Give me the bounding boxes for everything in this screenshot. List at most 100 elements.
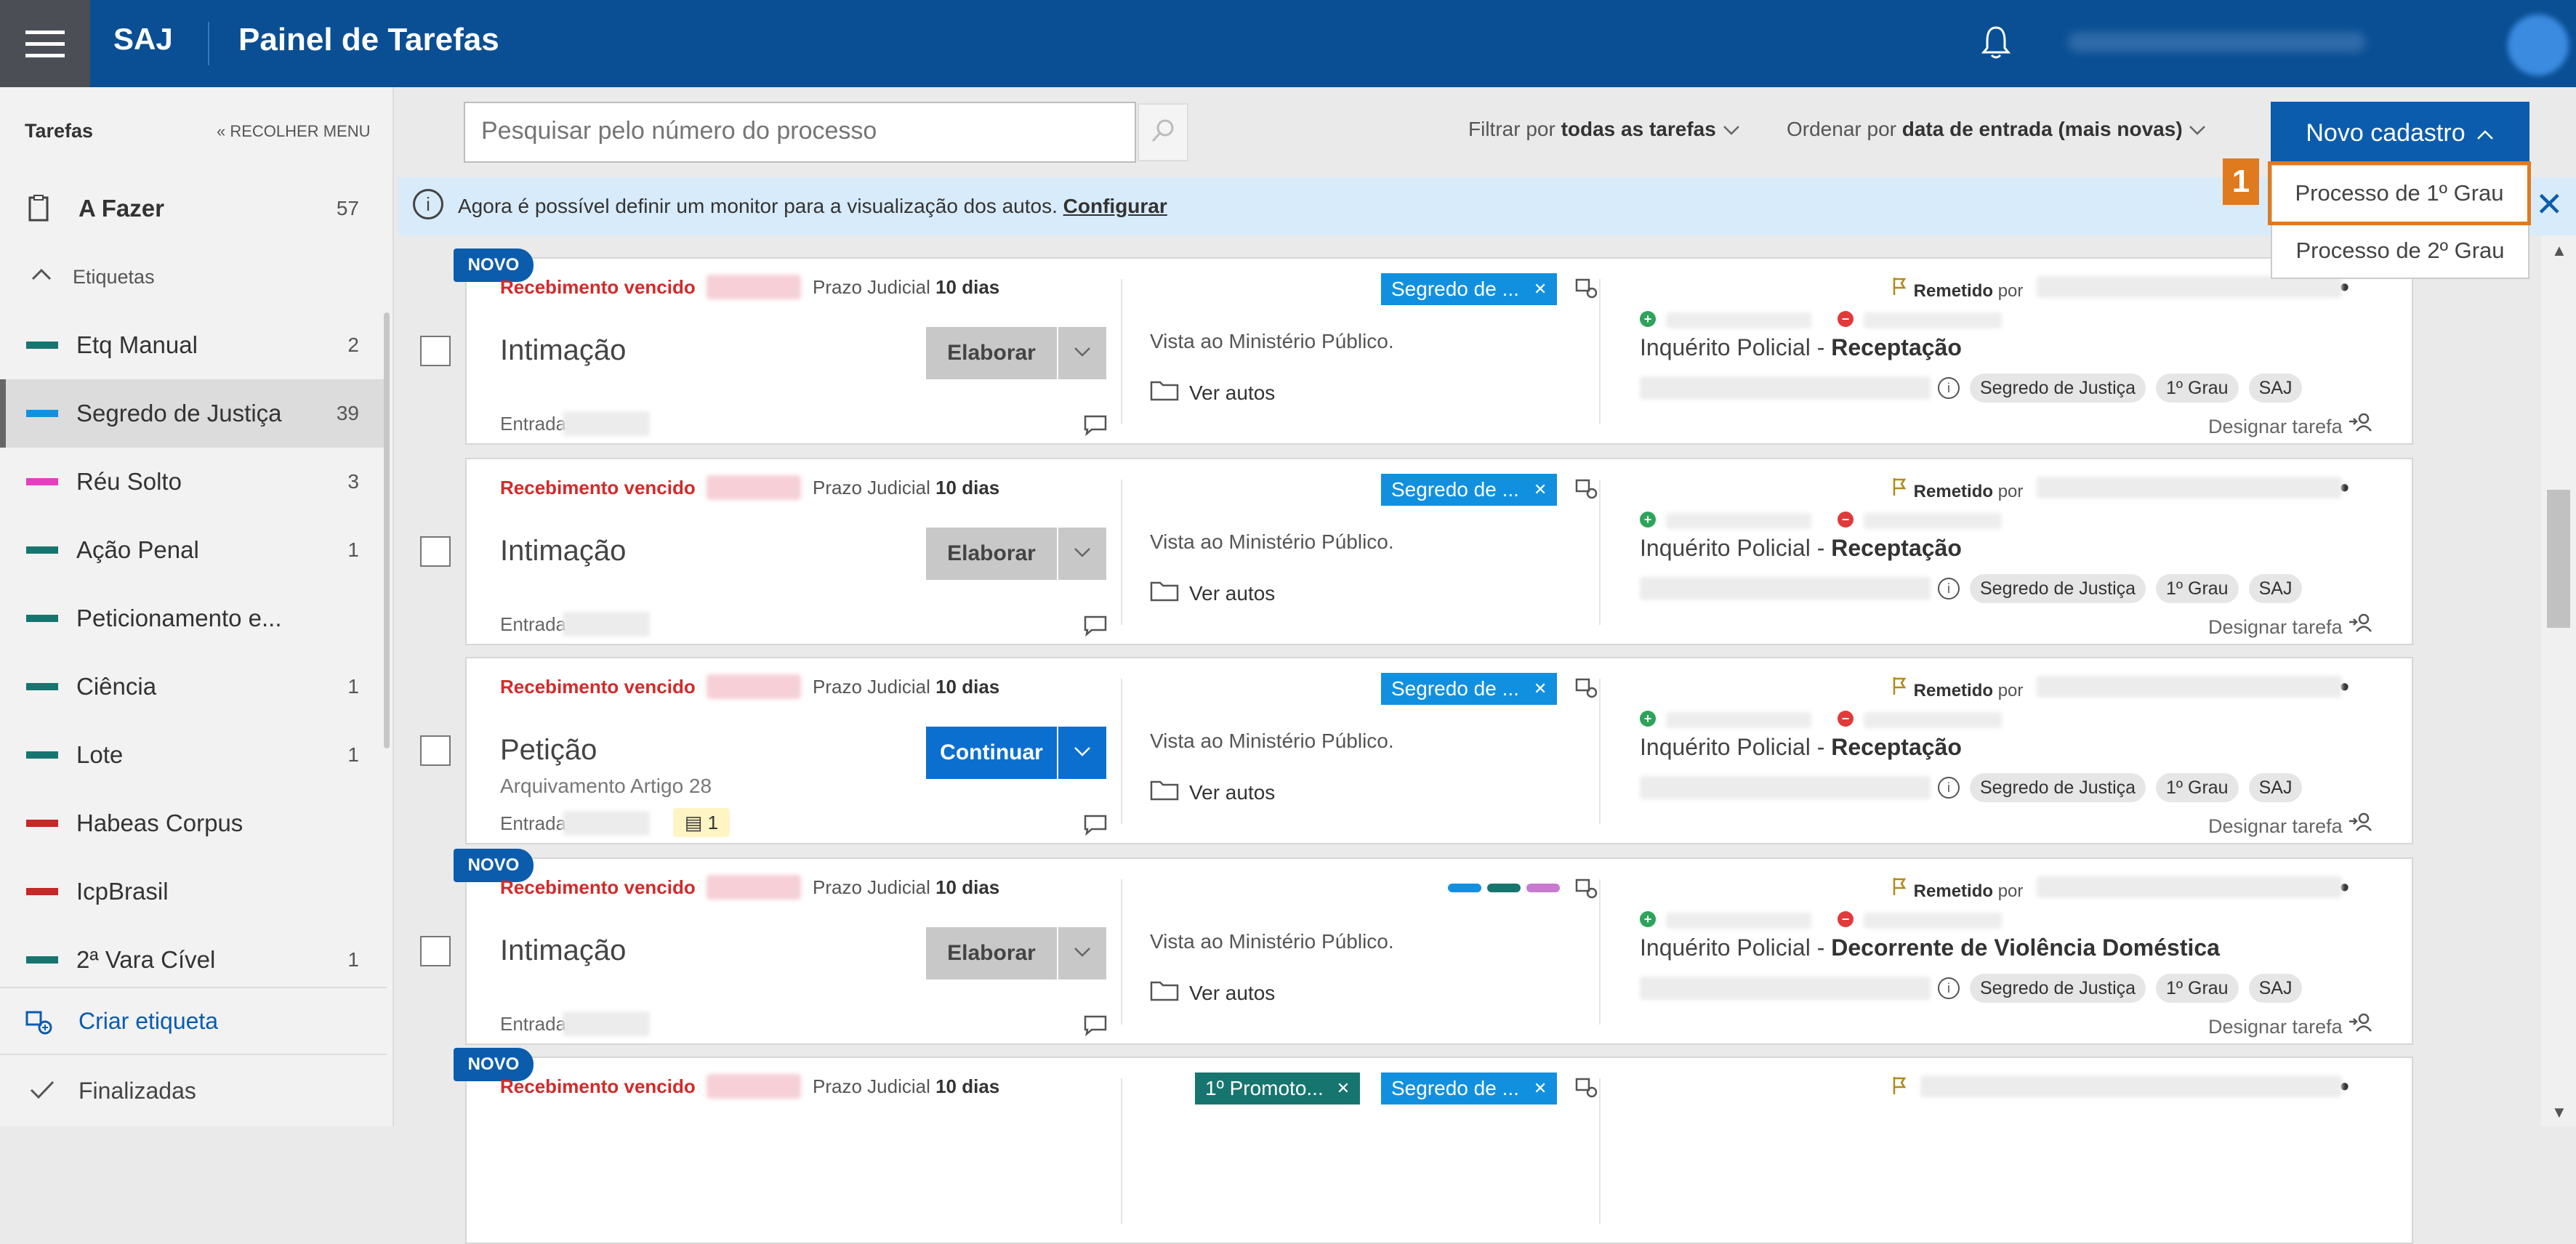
comment-icon[interactable] [1083,615,1108,640]
task-checkbox[interactable] [420,336,451,366]
parties-row: + − [1640,910,2047,932]
action-menu-button[interactable] [1058,327,1106,379]
sidebar-item-finalizadas[interactable]: Finalizadas [0,1055,387,1126]
sidebar-item[interactable]: Etq Manual 2 [0,311,387,379]
sidebar-item[interactable]: 2ª Vara Cível 1 [0,926,387,994]
assign-task-link[interactable]: Designar tarefa [2208,1011,2372,1038]
close-icon[interactable]: ✕ [1534,280,1547,299]
sidebar-item[interactable]: Habeas Corpus [0,789,387,857]
filter-dropdown[interactable]: Filtrar por todas as tarefas [1468,118,1741,141]
task-card[interactable]: Recebimento vencido Prazo Judicial 10 dia… [465,458,2413,645]
view-records-link[interactable]: Ver autos [1150,980,1275,1006]
configure-link[interactable]: Configurar [1063,195,1167,217]
close-icon[interactable]: ✕ [1534,679,1547,698]
sidebar-item-count: 1 [347,675,359,698]
main-scrollbar[interactable]: ▲ ▼ [2541,235,2576,1126]
close-icon[interactable]: ✕ [2535,185,2564,224]
tag-chip[interactable]: Segredo de ... ✕ [1381,673,1558,705]
search-button[interactable] [1138,103,1188,161]
chevron-down-icon [1073,946,1092,961]
task-card[interactable]: NOVO Recebimento vencido Prazo Judicial 10… [454,849,2413,1045]
sidebar-item-a-fazer[interactable]: A Fazer 57 [0,174,387,243]
etiquetas-toggle[interactable]: Etiquetas [0,243,387,311]
info-icon[interactable]: i [1938,977,1960,999]
redacted-party [1864,312,2002,328]
tag-chip[interactable]: Segredo de ... ✕ [1381,1073,1558,1104]
view-records-link[interactable]: Ver autos [1150,580,1275,607]
document-count-badge[interactable]: ▤ 1 [673,808,730,837]
add-label-icon[interactable] [1574,878,1599,903]
menu-item-processo-2-grau[interactable]: Processo de 2º Grau [2272,224,2528,278]
chip-segredo: Segredo de Justiça [1970,974,2146,1003]
label-color-swatch [26,956,58,964]
info-icon[interactable]: i [1938,377,1960,399]
overdue-label: Recebimento vencido [500,276,696,298]
menu-item-processo-1-grau[interactable]: Processo de 1º Grau [2268,161,2531,225]
task-card[interactable]: Recebimento vencido Prazo Judicial 10 dia… [465,657,2413,844]
sidebar-item[interactable]: Peticionamento e... [0,584,387,653]
elaborate-button[interactable]: Elaborar [926,327,1057,379]
new-register-button[interactable]: Novo cadastro [2271,102,2529,164]
sidebar-item[interactable]: IcpBrasil [0,857,387,926]
task-checkbox[interactable] [420,936,451,966]
view-records-link[interactable]: Ver autos [1150,779,1275,806]
column-divider [1599,1078,1601,1224]
bell-icon[interactable] [1981,25,2011,65]
info-icon[interactable]: i [1938,578,1960,599]
brand-logo[interactable]: SAJ [113,22,173,57]
search-input[interactable] [465,103,1018,158]
assign-task-link[interactable]: Designar tarefa [2208,612,2372,639]
scroll-down-icon[interactable]: ▼ [2551,1103,2567,1122]
elaborate-button[interactable]: Elaborar [926,528,1057,580]
scroll-thumb[interactable] [2547,490,2570,628]
comment-icon[interactable] [1083,814,1108,839]
assign-task-link[interactable]: Designar tarefa [2208,411,2372,438]
action-menu-button[interactable] [1058,528,1106,580]
task-checkbox[interactable] [420,536,451,567]
close-icon[interactable]: ✕ [1534,1079,1547,1098]
sidebar-item[interactable]: Lote 1 [0,721,387,789]
task-checkbox[interactable] [420,735,451,766]
tag-chip[interactable]: Segredo de ... ✕ [1381,474,1558,506]
task-card[interactable]: NOVO Recebimento vencido Prazo Judicial 10… [454,249,2413,445]
sidebar-scrollbar[interactable] [384,312,390,748]
avatar[interactable] [2508,15,2569,76]
info-icon[interactable]: i [1938,777,1960,799]
continue-button[interactable]: Continuar [926,727,1057,779]
add-label-icon[interactable] [1574,278,1599,303]
deadline-text: Prazo Judicial 10 dias [813,276,1000,298]
column-divider [1121,1078,1122,1224]
label-color-dots[interactable] [1448,884,1560,892]
add-label-icon[interactable] [1574,1077,1599,1102]
sidebar-item[interactable]: Ciência 1 [0,653,387,721]
sidebar-item[interactable]: Réu Solto 3 [0,448,387,516]
case-subject: Inquérito Policial - Receptação [1640,334,1962,360]
add-label-icon[interactable] [1574,677,1599,703]
new-register-menu: Processo de 1º Grau Processo de 2º Grau [2268,161,2531,279]
sidebar-item[interactable]: Segredo de Justiça 39 [0,379,387,448]
comment-icon[interactable] [1083,1014,1108,1040]
assign-task-link[interactable]: Designar tarefa [2208,811,2372,838]
elaborate-button[interactable]: Elaborar [926,927,1057,980]
scroll-up-icon[interactable]: ▲ [2551,241,2567,260]
assign-icon [2348,413,2372,437]
add-label-icon[interactable] [1574,478,1599,504]
label-color-swatch [26,820,58,827]
collapse-menu-button[interactable]: « RECOLHER MENU [217,122,370,141]
order-dropdown[interactable]: Ordenar por data de entrada (mais novas) [1787,118,2207,141]
tag-chip[interactable]: Segredo de ... ✕ [1381,273,1558,305]
action-menu-button[interactable] [1058,727,1106,779]
user-name[interactable] [2068,32,2366,52]
action-description: Vista ao Ministério Público. [1150,530,1394,553]
close-icon[interactable]: ✕ [1534,480,1547,499]
action-menu-button[interactable] [1058,927,1106,980]
view-records-link[interactable]: Ver autos [1150,379,1275,406]
comment-icon[interactable] [1083,414,1108,440]
close-icon[interactable]: ✕ [1337,1079,1350,1098]
tag-chip[interactable]: 1º Promoto... ✕ [1195,1073,1361,1104]
create-label-button[interactable]: Criar etiqueta [0,987,387,1055]
case-subject: Inquérito Policial - Receptação [1640,535,1962,561]
menu-icon[interactable] [0,0,90,87]
task-card[interactable]: NOVO Recebimento vencido Prazo Judicial 10… [454,1048,2413,1244]
sidebar-item[interactable]: Ação Penal 1 [0,516,387,584]
